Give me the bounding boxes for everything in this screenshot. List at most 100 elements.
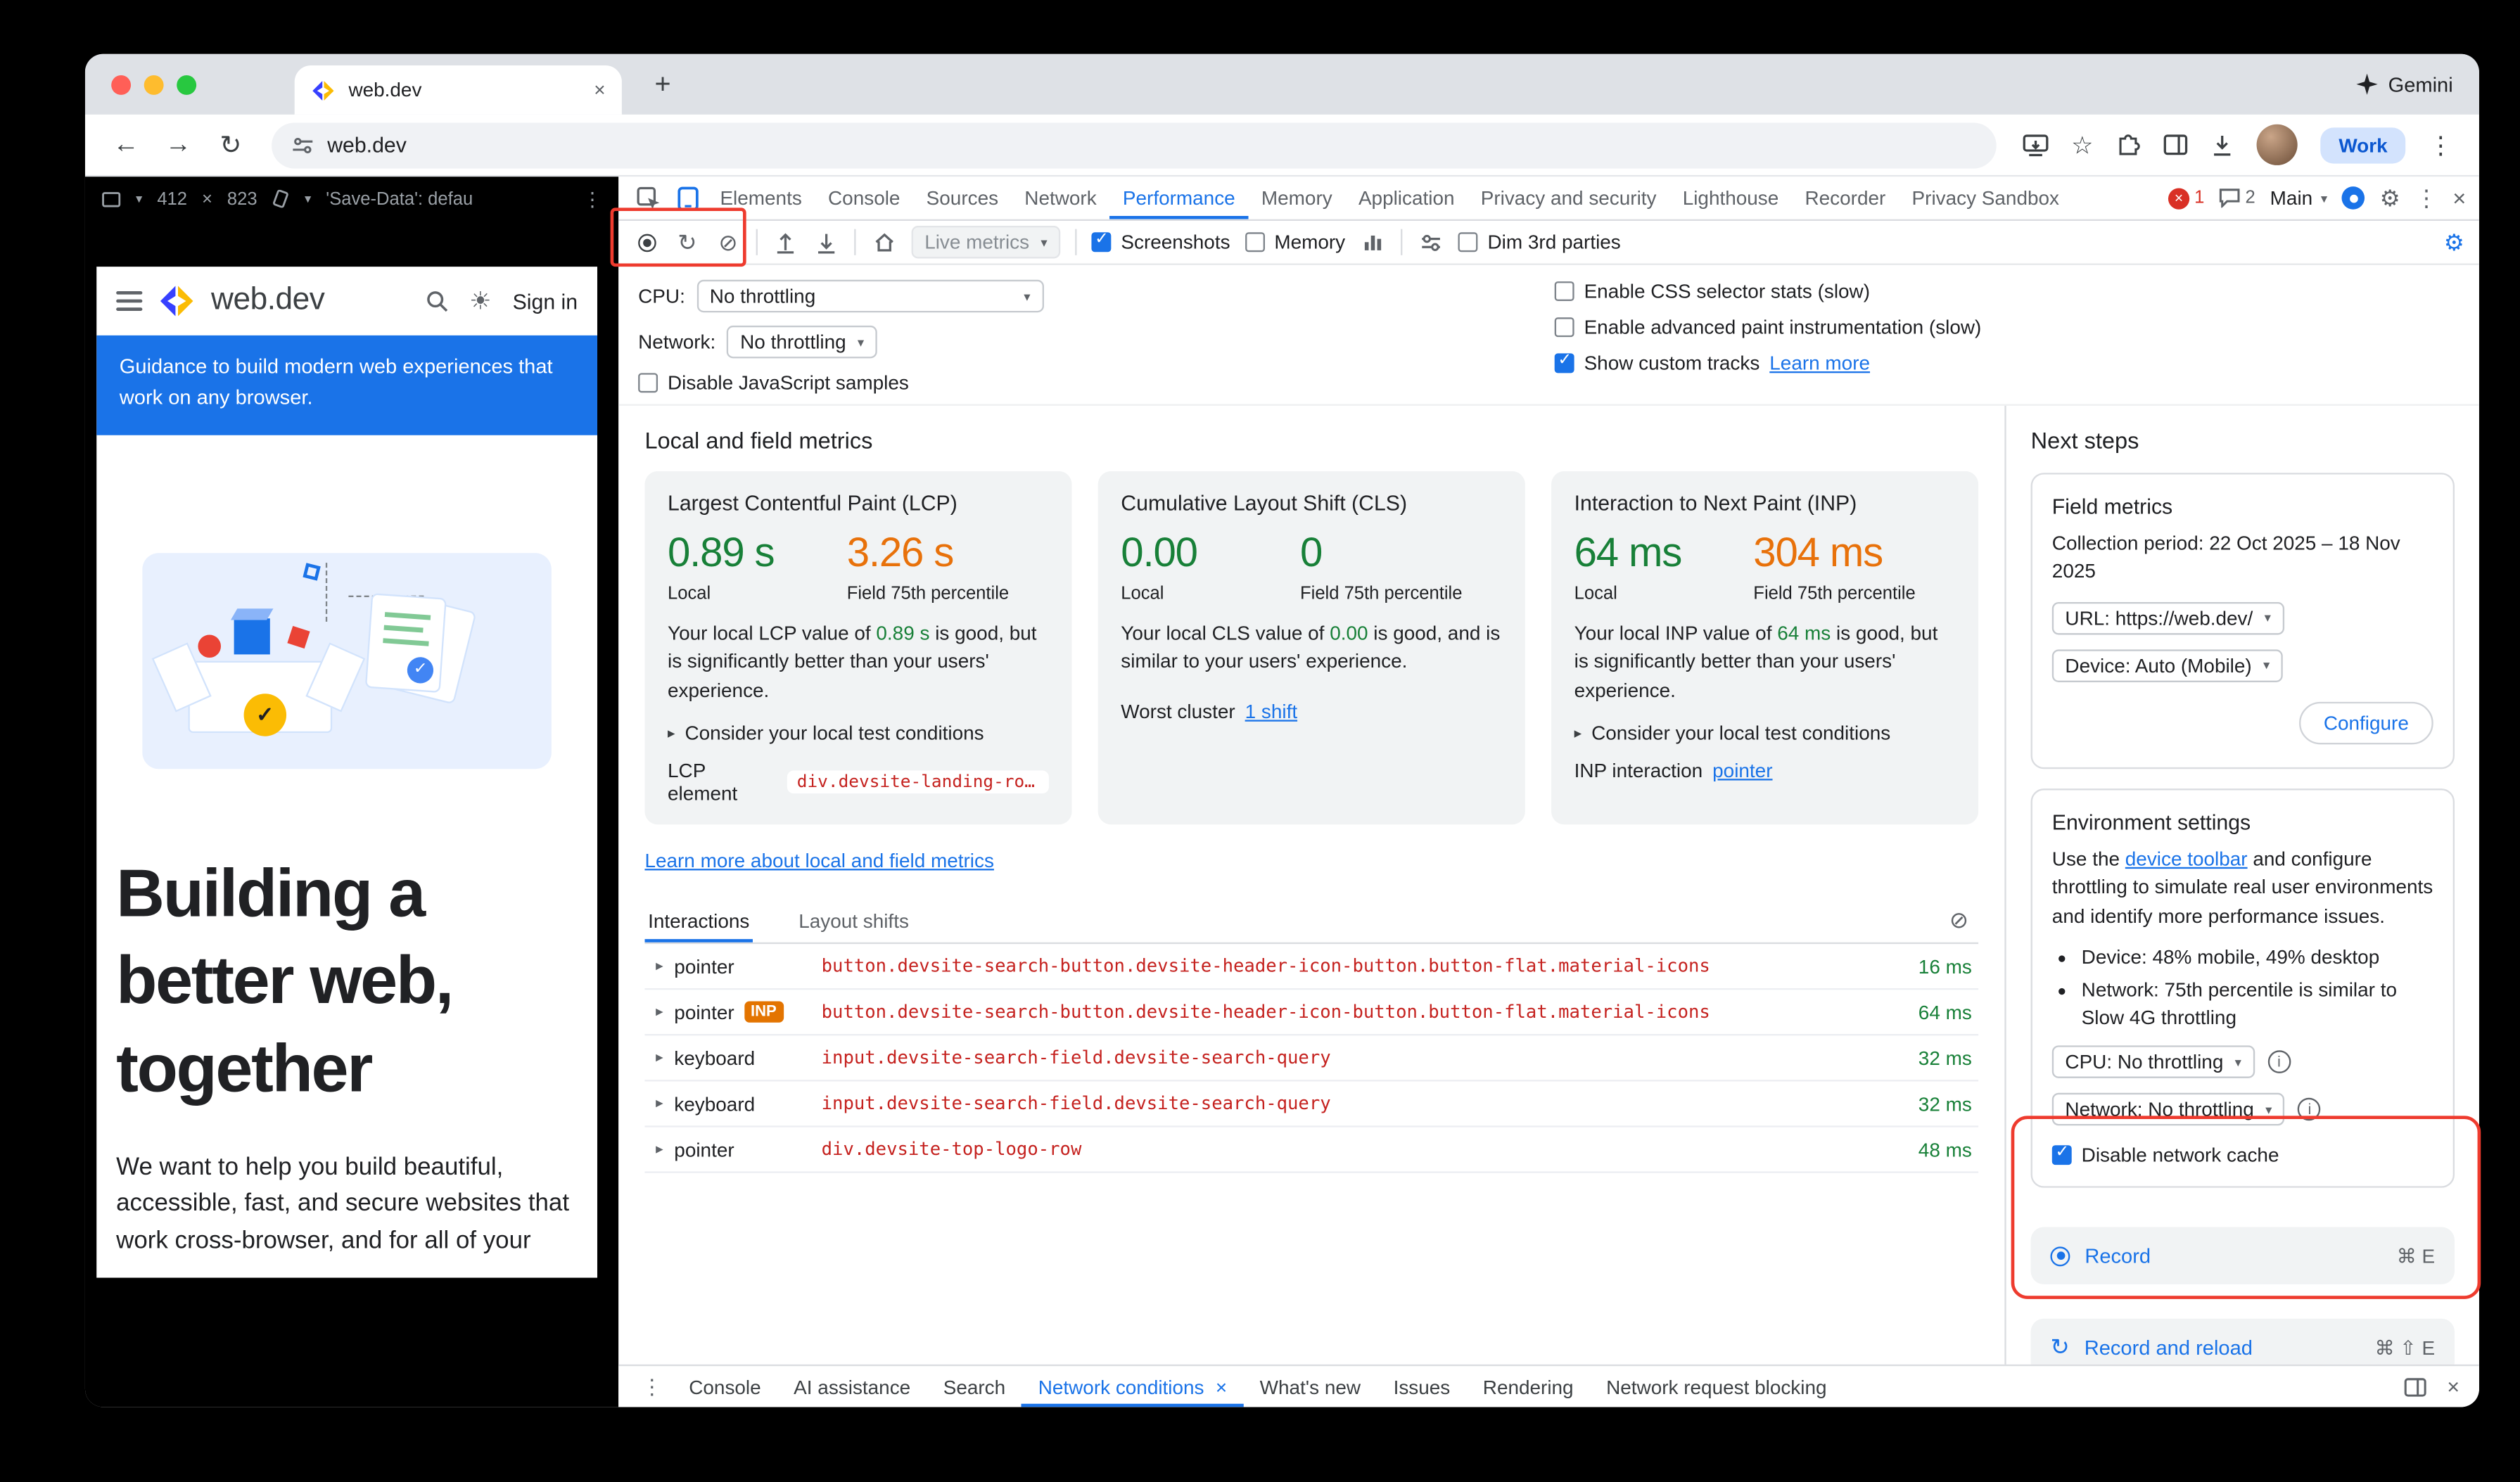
cls-worst-link[interactable]: 1 shift xyxy=(1245,700,1297,723)
live-metrics-home-icon[interactable] xyxy=(870,229,896,255)
chevron-right-icon[interactable]: ▸ xyxy=(644,1049,674,1067)
profile-chip[interactable]: Work xyxy=(2321,127,2405,162)
tab-close-icon[interactable]: × xyxy=(594,79,605,102)
devtools-settings-gear-icon[interactable]: ⚙ xyxy=(2380,184,2400,212)
hamburger-menu-icon[interactable] xyxy=(116,291,142,311)
tab-console[interactable]: Console xyxy=(815,177,913,219)
env-network-select[interactable]: Network: No throttling ▾ xyxy=(2052,1094,2285,1127)
interaction-selector[interactable]: input.devsite-search-field.devsite-searc… xyxy=(822,1047,1877,1068)
clear-icon[interactable]: ⊘ xyxy=(715,229,741,255)
learn-more-link[interactable]: Learn more xyxy=(1769,352,1870,375)
drawer-tab-network-conditions[interactable]: Network conditions × xyxy=(1022,1366,1243,1407)
drawer-tab-network-request-blocking[interactable]: Network request blocking xyxy=(1590,1366,1843,1407)
chevron-right-icon[interactable]: ▸ xyxy=(644,1003,674,1021)
inp-interaction-link[interactable]: pointer xyxy=(1712,760,1772,783)
drawer-tab-close-icon[interactable]: × xyxy=(1216,1375,1227,1398)
chevron-right-icon[interactable]: ▸ xyxy=(644,1094,674,1113)
rotate-icon[interactable] xyxy=(272,190,291,208)
configure-button[interactable]: Configure xyxy=(2299,701,2433,743)
tab-network[interactable]: Network xyxy=(1012,177,1110,219)
issues-badge[interactable]: 2 xyxy=(2219,188,2255,207)
interaction-row[interactable]: ▸ keyboard input.devsite-search-field.de… xyxy=(644,1082,1978,1128)
field-url-select[interactable]: URL: https://web.dev/ ▾ xyxy=(2052,601,2284,634)
drawer-tab-ai-assistance[interactable]: AI assistance xyxy=(777,1366,927,1407)
chevron-down-icon[interactable]: ▾ xyxy=(136,191,142,206)
extensions-puzzle-icon[interactable] xyxy=(2116,132,2141,157)
close-window-button[interactable] xyxy=(111,75,131,94)
bookmark-star-icon[interactable]: ☆ xyxy=(2071,130,2093,160)
split-panel-icon[interactable] xyxy=(2405,1376,2428,1396)
custom-tracks-checkbox[interactable]: Show custom tracks Learn more xyxy=(1555,352,1982,375)
drawer-tab-rendering[interactable]: Rendering xyxy=(1467,1366,1590,1407)
tab-interactions[interactable]: Interactions xyxy=(644,898,753,943)
theme-toggle-sun-icon[interactable]: ☀ xyxy=(469,286,491,316)
tab-performance[interactable]: Performance xyxy=(1109,177,1248,219)
drawer-tab-whats-new[interactable]: What's new xyxy=(1243,1366,1377,1407)
minimize-window-button[interactable] xyxy=(144,75,164,94)
device-width[interactable]: 412 xyxy=(157,189,187,209)
device-toolbar-link[interactable]: device toolbar xyxy=(2125,847,2248,870)
forward-button[interactable]: → xyxy=(154,122,203,167)
info-icon[interactable]: i xyxy=(2267,1051,2291,1074)
tab-privacy-sandbox[interactable]: Privacy Sandbox xyxy=(1899,177,2073,219)
lcp-test-conditions-disclosure[interactable]: ▸ Consider your local test conditions xyxy=(668,722,1049,745)
interaction-selector[interactable]: input.devsite-search-field.devsite-searc… xyxy=(822,1093,1877,1114)
record-and-reload-icon[interactable]: ↻ xyxy=(674,229,700,255)
dimensions-icon[interactable] xyxy=(101,191,121,207)
interaction-selector[interactable]: button.devsite-search-button.devsite-hea… xyxy=(822,1002,1877,1023)
drawer-menu-kebab-icon[interactable]: ⋮ xyxy=(632,1374,673,1400)
tab-sources[interactable]: Sources xyxy=(913,177,1012,219)
drawer-tab-issues[interactable]: Issues xyxy=(1377,1366,1466,1407)
device-toolbar-toggle-icon[interactable] xyxy=(668,177,707,219)
chevron-down-icon[interactable]: ▾ xyxy=(305,191,311,206)
inp-test-conditions-disclosure[interactable]: ▸ Consider your local test conditions xyxy=(1574,722,1956,745)
tab-recorder[interactable]: Recorder xyxy=(1792,177,1899,219)
stats-chart-icon[interactable] xyxy=(1360,229,1386,255)
inspect-element-icon[interactable] xyxy=(628,177,668,219)
clear-interactions-icon[interactable]: ⊘ xyxy=(1949,907,1978,935)
interaction-row[interactable]: ▸ keyboard input.devsite-search-field.de… xyxy=(644,1036,1978,1082)
account-icon[interactable] xyxy=(2342,186,2365,210)
record-button[interactable]: Record ⌘ E xyxy=(2031,1227,2455,1284)
memory-checkbox[interactable]: Memory xyxy=(1245,231,1345,254)
network-throttle-select[interactable]: No throttling ▾ xyxy=(727,326,877,359)
record-icon[interactable] xyxy=(633,229,659,255)
interaction-selector[interactable]: div.devsite-top-logo-row xyxy=(822,1139,1877,1160)
field-device-select[interactable]: Device: Auto (Mobile) ▾ xyxy=(2052,649,2283,682)
drawer-tab-search[interactable]: Search xyxy=(927,1366,1022,1407)
load-profile-icon[interactable] xyxy=(772,229,798,255)
devtools-close-icon[interactable]: × xyxy=(2452,185,2466,211)
tab-privacy-security[interactable]: Privacy and security xyxy=(1468,177,1669,219)
device-height[interactable]: 823 xyxy=(227,189,257,209)
search-icon[interactable] xyxy=(425,290,448,313)
downloads-icon[interactable] xyxy=(2211,134,2234,157)
drawer-tab-console[interactable]: Console xyxy=(673,1366,777,1407)
chevron-right-icon[interactable]: ▸ xyxy=(644,957,674,976)
interaction-row[interactable]: ▸ pointerINP button.devsite-search-butto… xyxy=(644,990,1978,1036)
interaction-selector[interactable]: button.devsite-search-button.devsite-hea… xyxy=(822,956,1877,977)
tab-lighthouse[interactable]: Lighthouse xyxy=(1669,177,1792,219)
profile-avatar[interactable] xyxy=(2257,124,2298,165)
browser-menu-kebab-icon[interactable]: ⋮ xyxy=(2429,130,2453,160)
lcp-element-link[interactable]: div.devsite-landing-row-ite… xyxy=(787,771,1049,794)
tab-elements[interactable]: Elements xyxy=(707,177,815,219)
tab-application[interactable]: Application xyxy=(1345,177,1468,219)
capture-settings-gear-icon[interactable]: ⚙ xyxy=(2444,228,2464,256)
css-selector-stats-checkbox[interactable]: Enable CSS selector stats (slow) xyxy=(1555,280,1982,303)
disable-js-samples-checkbox[interactable]: Disable JavaScript samples xyxy=(638,371,1043,395)
network-hint-select[interactable]: 'Save-Data': defau xyxy=(326,189,473,209)
device-toolbar-kebab-icon[interactable]: ⋮ xyxy=(583,187,602,210)
maximize-window-button[interactable] xyxy=(177,75,196,94)
history-select[interactable]: Live metrics ▾ xyxy=(912,226,1061,259)
side-panel-icon[interactable] xyxy=(2163,134,2188,155)
new-tab-button[interactable]: + xyxy=(644,67,680,103)
cpu-throttle-select[interactable]: No throttling ▾ xyxy=(696,280,1043,313)
gauge-icon[interactable] xyxy=(1417,229,1443,255)
save-profile-icon[interactable] xyxy=(813,229,839,255)
tab-memory[interactable]: Memory xyxy=(1248,177,1345,219)
disable-network-cache-checkbox[interactable]: Disable network cache xyxy=(2052,1144,2433,1168)
reload-button[interactable]: ↻ xyxy=(206,122,255,167)
info-icon[interactable]: i xyxy=(2298,1099,2322,1122)
paint-instrumentation-checkbox[interactable]: Enable advanced paint instrumentation (s… xyxy=(1555,316,1982,339)
env-cpu-select[interactable]: CPU: No throttling ▾ xyxy=(2052,1046,2255,1079)
